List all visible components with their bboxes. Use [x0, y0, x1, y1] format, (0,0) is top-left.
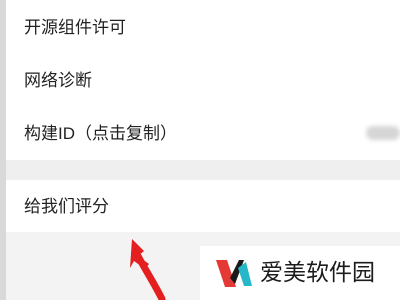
settings-row-label: 构建ID（点击复制） [24, 124, 177, 143]
watermark-text: 爱美软件园 [260, 259, 375, 285]
settings-row-network-diagnosis[interactable]: 网络诊断 [6, 54, 400, 108]
watermark: 爱美软件园 [200, 246, 400, 300]
settings-row-rate-us[interactable]: 给我们评分 [6, 180, 400, 232]
settings-row-label: 开源组件许可 [24, 18, 126, 37]
settings-row-build-id[interactable]: 构建ID（点击复制） [6, 108, 400, 160]
settings-group-info: 开源组件许可 网络诊断 构建ID（点击复制） [6, 0, 400, 160]
group-separator [6, 160, 400, 180]
settings-group-feedback: 给我们评分 [6, 180, 400, 232]
left-edge-strip [0, 0, 6, 300]
red-arrow-icon [130, 239, 166, 300]
build-id-value-blurred [366, 126, 400, 140]
settings-row-open-source-licenses[interactable]: 开源组件许可 [6, 0, 400, 54]
settings-row-label: 给我们评分 [24, 197, 109, 216]
aimei-logo-icon [216, 260, 252, 287]
settings-row-label: 网络诊断 [24, 71, 92, 90]
